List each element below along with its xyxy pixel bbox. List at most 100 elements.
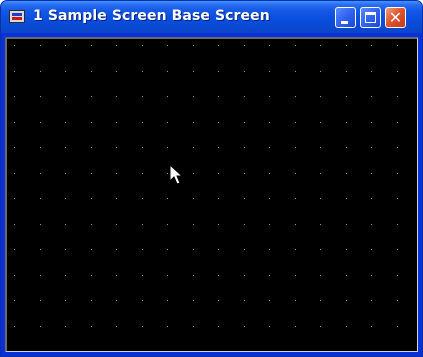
grid-dot — [193, 300, 194, 301]
title-bar[interactable]: 1 Sample Screen Base Screen ✕ — [1, 1, 422, 33]
grid-dot — [193, 45, 194, 46]
grid-dot — [40, 275, 41, 276]
grid-dot — [346, 45, 347, 46]
grid-dot — [346, 71, 347, 72]
grid-dot — [346, 173, 347, 174]
grid-dot — [244, 198, 245, 199]
grid-dot — [295, 249, 296, 250]
grid-dot — [218, 147, 219, 148]
grid-dot — [40, 300, 41, 301]
grid-dot — [14, 275, 15, 276]
grid-dot — [142, 198, 143, 199]
grid-dot — [397, 122, 398, 123]
grid-dot — [65, 300, 66, 301]
grid-dot — [14, 71, 15, 72]
grid-dot — [167, 224, 168, 225]
grid-dot — [40, 147, 41, 148]
screen-canvas[interactable] — [5, 37, 418, 352]
grid-dot — [346, 326, 347, 327]
minimize-button[interactable] — [335, 7, 356, 28]
grid-dot — [167, 45, 168, 46]
grid-dot — [295, 147, 296, 148]
grid-dot — [65, 45, 66, 46]
grid-dot — [244, 122, 245, 123]
grid-dot — [142, 96, 143, 97]
grid-dot — [193, 275, 194, 276]
grid-dot — [371, 147, 372, 148]
grid-dot — [218, 96, 219, 97]
grid-dot — [193, 147, 194, 148]
arrow-cursor-icon — [169, 164, 184, 185]
grid-dot — [91, 249, 92, 250]
grid-dot — [320, 326, 321, 327]
grid-dot — [371, 224, 372, 225]
grid-dot — [269, 326, 270, 327]
grid-dot — [14, 96, 15, 97]
grid-dot — [397, 45, 398, 46]
grid-dot — [371, 275, 372, 276]
grid-dot — [397, 71, 398, 72]
grid-dot — [397, 198, 398, 199]
grid-dot — [295, 326, 296, 327]
grid-dot — [269, 122, 270, 123]
grid-dot — [116, 45, 117, 46]
grid-dot — [14, 224, 15, 225]
grid-dot — [193, 96, 194, 97]
grid-dot — [218, 300, 219, 301]
grid-dot — [116, 275, 117, 276]
grid-dot — [295, 96, 296, 97]
grid-dot — [14, 45, 15, 46]
grid-dot — [14, 122, 15, 123]
grid-dot — [116, 224, 117, 225]
grid-dot — [320, 224, 321, 225]
maximize-icon — [365, 12, 376, 23]
grid-dot — [65, 71, 66, 72]
grid-dot — [65, 147, 66, 148]
grid-dot — [218, 173, 219, 174]
grid-dot — [346, 122, 347, 123]
grid-dot — [244, 45, 245, 46]
grid-dot — [295, 173, 296, 174]
grid-dot — [320, 96, 321, 97]
grid-dot — [397, 275, 398, 276]
grid-dot — [244, 326, 245, 327]
grid-dot — [269, 96, 270, 97]
grid-dot — [65, 326, 66, 327]
grid-dot — [244, 173, 245, 174]
grid-dot — [320, 45, 321, 46]
grid-dot — [65, 96, 66, 97]
grid-dot — [142, 275, 143, 276]
grid-dots — [14, 45, 398, 327]
grid-dot — [142, 300, 143, 301]
screen-app-icon[interactable] — [9, 10, 25, 23]
grid-dot — [142, 224, 143, 225]
grid-dot — [371, 122, 372, 123]
grid-dot — [295, 122, 296, 123]
grid-dot — [116, 198, 117, 199]
maximize-button[interactable] — [360, 7, 381, 28]
grid-dot — [193, 224, 194, 225]
grid-dot — [295, 198, 296, 199]
grid-dot — [40, 45, 41, 46]
grid-dot — [116, 173, 117, 174]
grid-dot — [397, 147, 398, 148]
grid-dot — [167, 147, 168, 148]
grid-dot — [14, 326, 15, 327]
grid-dot — [40, 224, 41, 225]
grid-dot — [218, 198, 219, 199]
grid-dot — [116, 300, 117, 301]
grid-dot — [91, 275, 92, 276]
grid-dot — [346, 275, 347, 276]
grid-dot — [193, 249, 194, 250]
grid-dot — [40, 122, 41, 123]
grid-dot — [91, 300, 92, 301]
grid-dot — [14, 249, 15, 250]
grid-dot — [397, 300, 398, 301]
grid-dot — [14, 173, 15, 174]
grid-dot — [167, 300, 168, 301]
grid-dot — [371, 173, 372, 174]
grid-dot — [91, 198, 92, 199]
grid-dot — [346, 249, 347, 250]
grid-dot — [14, 147, 15, 148]
close-button[interactable]: ✕ — [385, 7, 406, 28]
